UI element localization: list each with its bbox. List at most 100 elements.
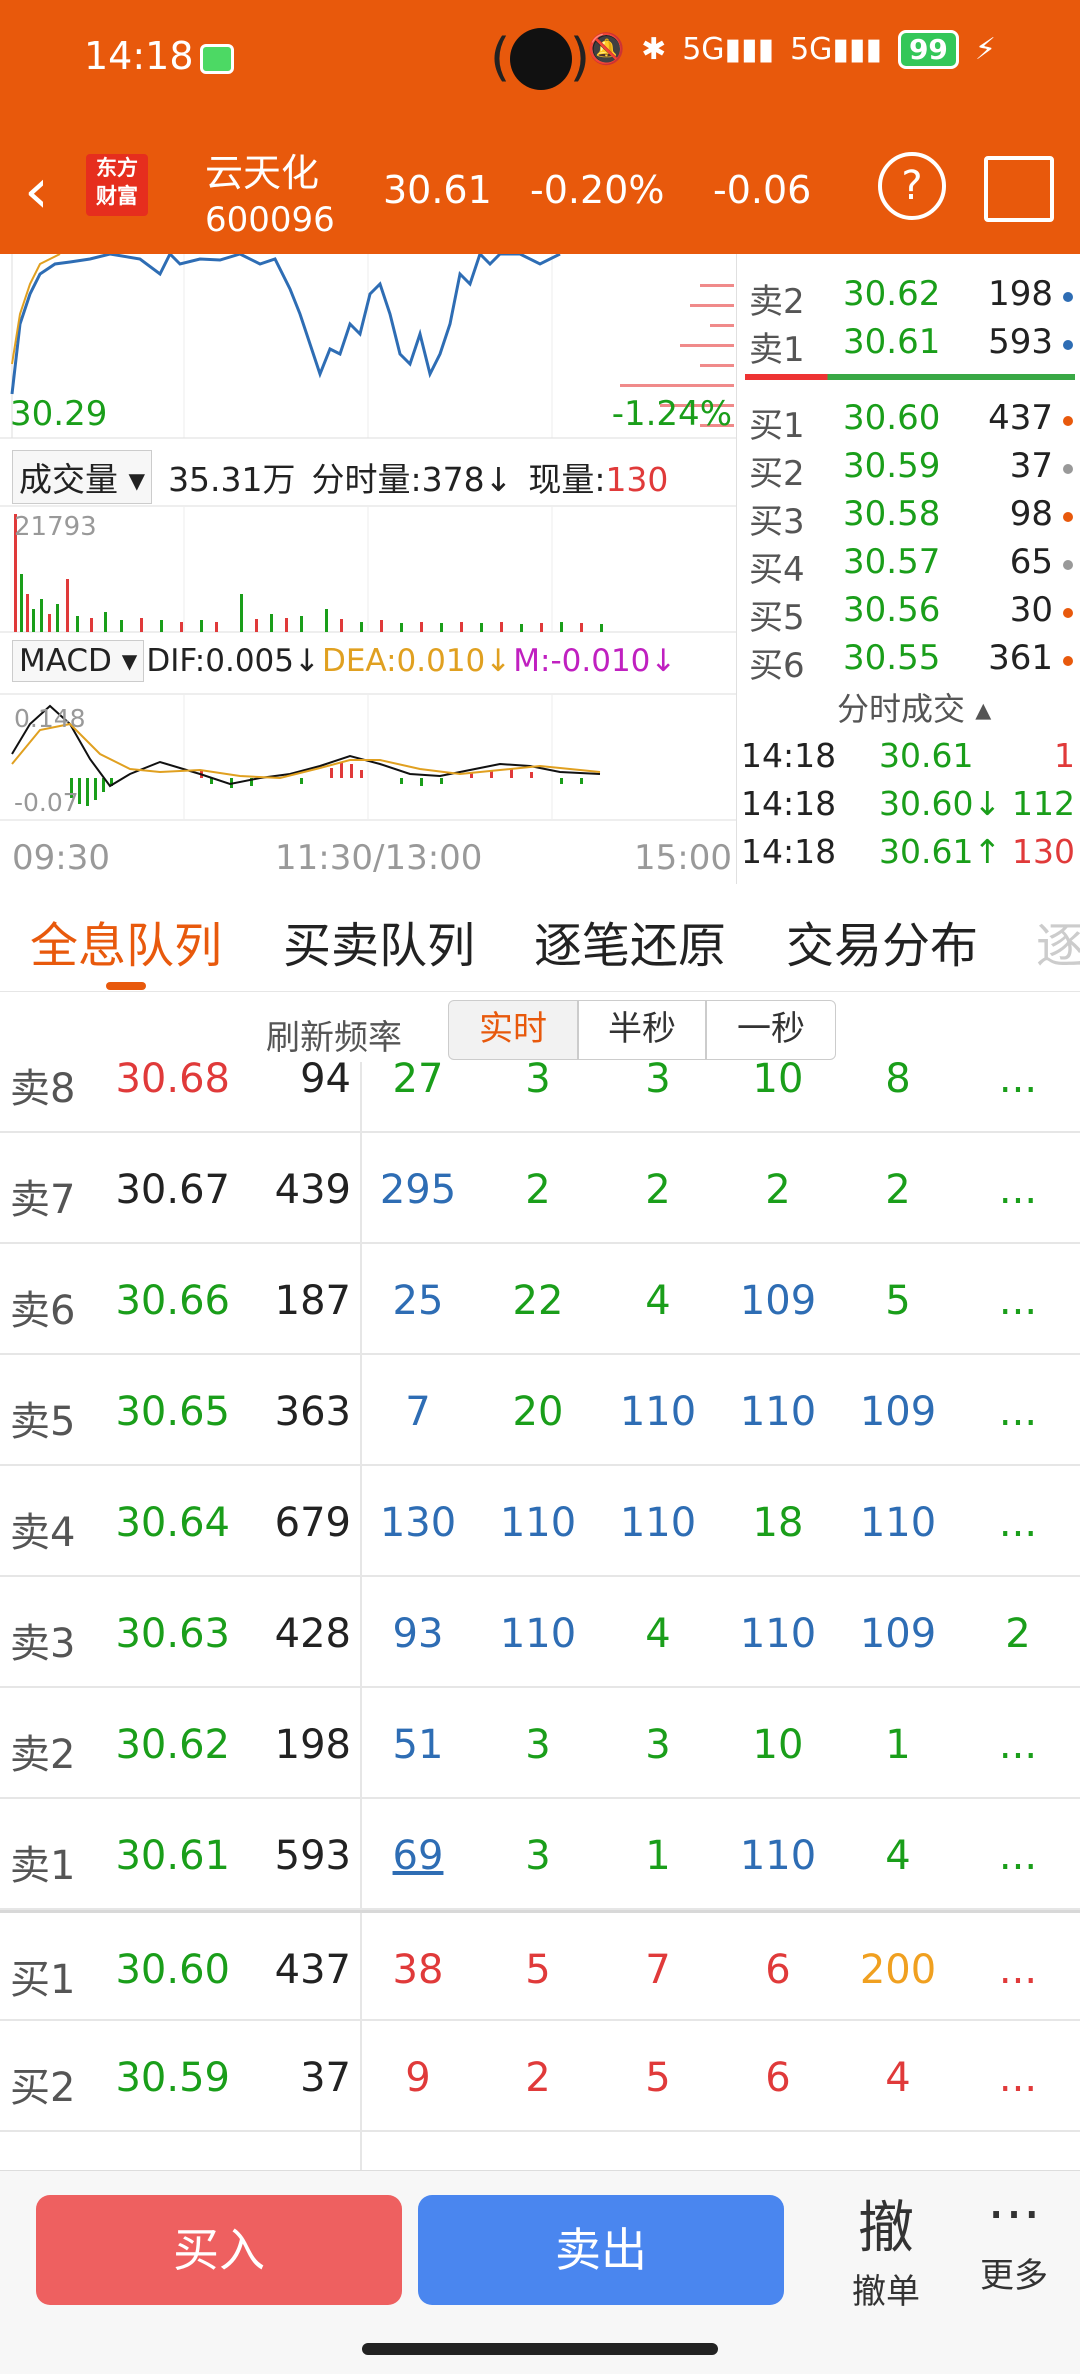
queue-order-cell[interactable]: 1 — [838, 1722, 958, 1768]
queue-order-cell[interactable]: 22 — [478, 1278, 598, 1324]
queue-order-cell[interactable]: 4 — [598, 1611, 718, 1657]
queue-order-cell[interactable]: 3 — [478, 1833, 598, 1879]
queue-order-cell[interactable]: 109 — [718, 1278, 838, 1324]
queue-more-cell[interactable]: ... — [958, 1500, 1078, 1546]
volume-selector[interactable]: 成交量 ▾ — [12, 450, 153, 504]
queue-order-cell[interactable]: 110 — [598, 1389, 718, 1435]
bid-row[interactable]: 买6 30.55 361 — [743, 638, 1073, 686]
queue-row[interactable]: 卖1 30.61 593 69 3 1 110 4... — [0, 1799, 1080, 1910]
queue-order-cell[interactable]: 110 — [478, 1611, 598, 1657]
queue-order-cell[interactable]: 110 — [598, 1500, 718, 1546]
bid-row[interactable]: 买5 30.56 30 — [743, 590, 1073, 638]
queue-more-cell[interactable]: ... — [958, 1389, 1078, 1435]
queue-order-cell[interactable]: 295 — [358, 1167, 478, 1213]
queue-order-cell[interactable]: 2 — [478, 1167, 598, 1213]
queue-order-cell[interactable]: 6 — [718, 1947, 838, 1993]
queue-order-cell[interactable]: 3 — [478, 1062, 598, 1102]
queue-order-cell[interactable]: 7 — [598, 1947, 718, 1993]
refresh-one-second[interactable]: 一秒 — [706, 1000, 836, 1060]
queue-order-cell[interactable]: 110 — [718, 1389, 838, 1435]
queue-row[interactable]: 卖2 30.62 198 51 3 3 10 1... — [0, 1688, 1080, 1799]
refresh-realtime[interactable]: 实时 — [448, 1000, 578, 1060]
queue-order-cell[interactable]: 69 — [358, 1833, 478, 1879]
queue-row[interactable]: 卖7 30.67 439 295 2 2 2 2... — [0, 1133, 1080, 1244]
queue-order-cell[interactable]: 93 — [358, 1611, 478, 1657]
queue-order-cell[interactable]: 2 — [838, 1167, 958, 1213]
queue-row[interactable]: 买2 30.59 37 9 2 5 6 4... — [0, 2021, 1080, 2132]
queue-row[interactable]: 卖3 30.63 428 93 110 4 110 109 2 — [0, 1577, 1080, 1688]
tab-trade-distribution[interactable]: 交易分布 — [786, 906, 978, 976]
queue-order-cell[interactable]: 110 — [838, 1500, 958, 1546]
queue-order-cell[interactable]: 109 — [838, 1389, 958, 1435]
queue-order-cell[interactable]: 2 — [598, 1167, 718, 1213]
queue-more-cell[interactable]: ... — [958, 1278, 1078, 1324]
queue-order-cell[interactable]: 3 — [598, 1722, 718, 1768]
queue-order-cell[interactable]: 110 — [478, 1500, 598, 1546]
bid-row[interactable]: 买2 30.59 37 — [743, 446, 1073, 494]
queue-order-cell[interactable]: 5 — [478, 1947, 598, 1993]
queue-order-cell[interactable]: 5 — [598, 2055, 718, 2101]
queue-order-cell[interactable]: 130 — [358, 1500, 478, 1546]
switch-layout-icon[interactable] — [984, 156, 1054, 222]
queue-row[interactable]: 卖4 30.64 679 130 110 110 18 110... — [0, 1466, 1080, 1577]
ask-row[interactable]: 卖2 30.62 198 — [743, 274, 1073, 322]
bid-row[interactable]: 买1 30.60 437 — [743, 398, 1073, 446]
tab-tick-restore[interactable]: 逐笔还原 — [534, 906, 726, 976]
queue-order-cell[interactable]: 110 — [718, 1833, 838, 1879]
queue-order-cell[interactable]: 6 — [718, 2055, 838, 2101]
buy-button[interactable]: 买入 — [36, 2195, 402, 2305]
queue-order-cell[interactable]: 109 — [838, 1611, 958, 1657]
help-icon[interactable]: ? — [878, 152, 946, 220]
queue-row[interactable]: 卖6 30.66 187 25 22 4 109 5... — [0, 1244, 1080, 1355]
queue-order-cell[interactable]: 2 — [718, 1167, 838, 1213]
queue-row[interactable]: 买1 30.60 437 38 5 7 6 200... — [0, 1910, 1080, 2021]
back-chevron-icon[interactable]: ‹ — [24, 154, 49, 227]
queue-more-cell[interactable]: ... — [958, 1833, 1078, 1879]
queue-more-cell[interactable]: ... — [958, 1167, 1078, 1213]
more-button[interactable]: ··· 更多 — [964, 2183, 1064, 2297]
queue-more-cell[interactable]: ... — [958, 1722, 1078, 1768]
queue-order-cell[interactable]: 25 — [358, 1278, 478, 1324]
queue-order-cell[interactable]: 51 — [358, 1722, 478, 1768]
queue-order-cell[interactable]: 38 — [358, 1947, 478, 1993]
sell-button[interactable]: 卖出 — [418, 2195, 784, 2305]
tab-full-queue[interactable]: 全息队列 — [30, 906, 222, 976]
tab-buy-sell-queue[interactable]: 买卖队列 — [283, 906, 475, 976]
queue-order-cell[interactable]: 7 — [358, 1389, 478, 1435]
queue-order-cell[interactable]: 5 — [838, 1278, 958, 1324]
queue-order-cell[interactable]: 10 — [718, 1722, 838, 1768]
queue-more-cell[interactable]: ... — [958, 1062, 1078, 1102]
average-line — [11, 254, 61, 365]
queue-order-cell[interactable]: 3 — [478, 1722, 598, 1768]
intraday-chart[interactable]: 30.29 -1.24% 成交量 ▾ 35.31万 分时量:378↓ 现量:13… — [0, 254, 736, 884]
queue-order-cell[interactable]: 4 — [838, 1833, 958, 1879]
ask-row[interactable]: 卖1 30.61 593 — [743, 322, 1073, 370]
queue-order-cell[interactable]: 9 — [358, 2055, 478, 2101]
queue-order-cell[interactable]: 200 — [838, 1947, 958, 1993]
queue-order-cell[interactable]: 10 — [718, 1062, 838, 1102]
queue-order-cell[interactable]: 8 — [838, 1062, 958, 1102]
macd-m: M:-0.010↓ — [513, 643, 677, 679]
queue-more-cell[interactable]: 2 — [958, 1611, 1078, 1657]
queue-order-cell[interactable]: 18 — [718, 1500, 838, 1546]
queue-more-cell[interactable]: ... — [958, 2055, 1078, 2101]
queue-order-cell[interactable]: 110 — [718, 1611, 838, 1657]
tab-more-partial[interactable]: 逐 — [1036, 906, 1080, 976]
macd-selector[interactable]: MACD ▾ — [12, 640, 145, 682]
queue-more-cell[interactable]: ... — [958, 1947, 1078, 1993]
bid-row[interactable]: 买3 30.58 98 — [743, 494, 1073, 542]
queue-row[interactable]: 卖5 30.65 363 7 20 110 110 109... — [0, 1355, 1080, 1466]
queue-order-cell[interactable]: 2 — [478, 2055, 598, 2101]
trades-title[interactable]: 分时成交 ▴ — [837, 684, 991, 730]
queue-order-cell[interactable]: 1 — [598, 1833, 718, 1879]
queue-row[interactable]: 卖8 30.68 94 27 3 3 10 8... — [0, 1062, 1080, 1133]
refresh-half-second[interactable]: 半秒 — [578, 1000, 706, 1060]
queue-order-cell[interactable]: 20 — [478, 1389, 598, 1435]
queue-order-cell[interactable]: 4 — [838, 2055, 958, 2101]
cancel-order-button[interactable]: 撤 撤单 — [836, 2183, 936, 2313]
queue-order-cell[interactable]: 27 — [358, 1062, 478, 1102]
queue-order-cell[interactable]: 3 — [598, 1062, 718, 1102]
bid-row[interactable]: 买4 30.57 65 — [743, 542, 1073, 590]
queue-order-cell[interactable]: 4 — [598, 1278, 718, 1324]
home-indicator[interactable] — [362, 2343, 718, 2355]
